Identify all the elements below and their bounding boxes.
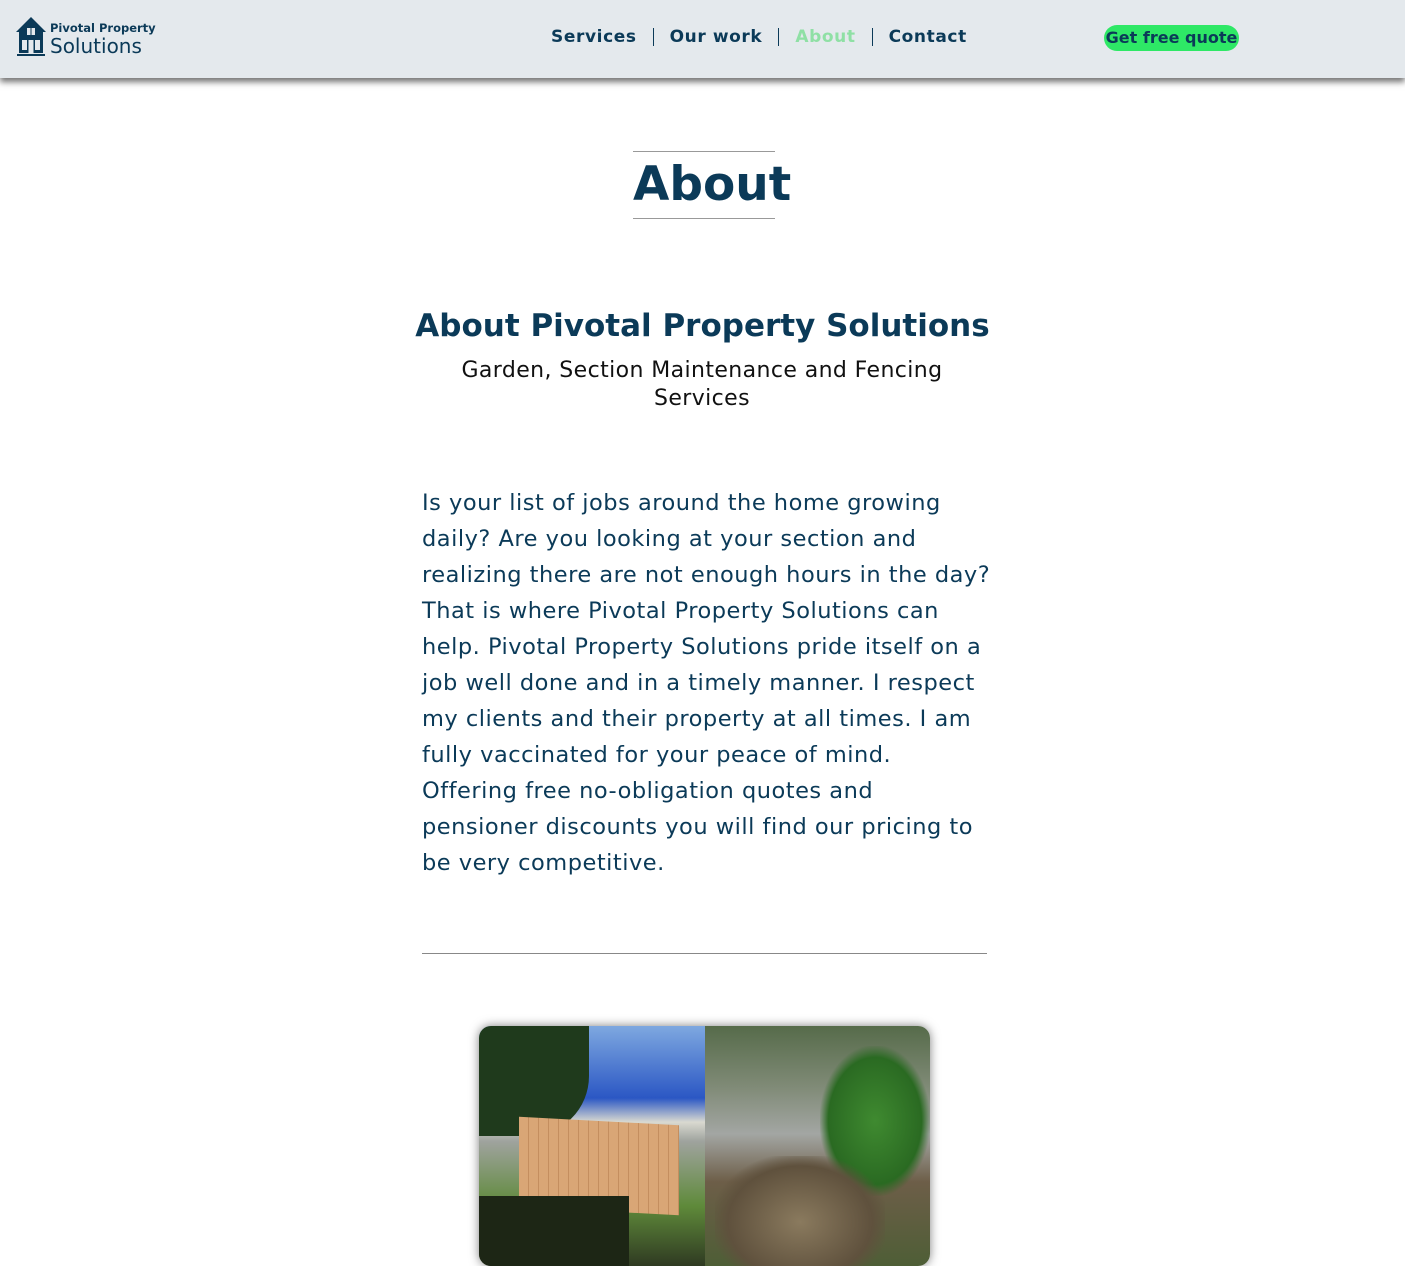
nav-contact[interactable]: Contact xyxy=(873,28,983,46)
divider xyxy=(422,953,987,954)
get-free-quote-button[interactable]: Get free quote xyxy=(1104,25,1239,51)
photo-gallery xyxy=(479,1026,930,1266)
section-heading: About Pivotal Property Solutions xyxy=(415,308,990,344)
nav-about[interactable]: About xyxy=(779,28,873,46)
about-paragraph: Is your list of jobs around the home gro… xyxy=(422,490,991,876)
logo[interactable]: Pivotal Property Solutions xyxy=(15,16,156,56)
logo-line2: Solutions xyxy=(50,34,142,58)
garden-photo xyxy=(704,1026,930,1266)
nav-services[interactable]: Services xyxy=(535,28,654,46)
section-subheading: Garden, Section Maintenance and Fencing … xyxy=(461,358,943,411)
house-icon xyxy=(16,17,46,56)
page-title: About xyxy=(633,151,791,219)
logo-line1: Pivotal Property xyxy=(50,20,156,35)
main-nav: Services Our work About Contact xyxy=(535,28,983,46)
site-header: Pivotal Property Solutions Services Our … xyxy=(0,0,1405,78)
nav-our-work[interactable]: Our work xyxy=(654,28,780,46)
fence-photo xyxy=(479,1026,705,1266)
